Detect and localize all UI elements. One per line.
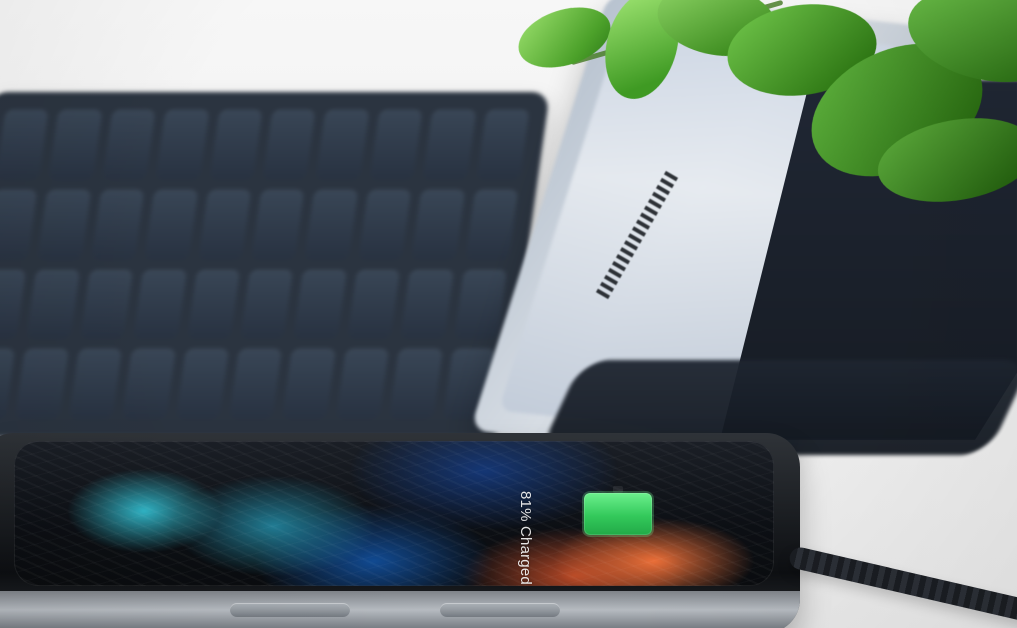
key <box>80 269 134 340</box>
key <box>422 110 477 180</box>
key <box>262 110 316 180</box>
key <box>358 189 412 260</box>
key <box>389 349 443 419</box>
plant <box>487 0 1017 270</box>
key <box>0 189 38 260</box>
key <box>316 110 370 180</box>
phone-side-buttons <box>220 603 580 619</box>
power-button <box>440 603 560 617</box>
key <box>229 349 283 419</box>
key <box>0 349 16 419</box>
key <box>91 189 145 260</box>
key <box>26 269 80 340</box>
key <box>0 110 49 180</box>
photo-scene: 81% Charged <box>0 0 1017 628</box>
key <box>198 189 252 260</box>
key <box>304 189 359 260</box>
key <box>240 269 294 340</box>
smartphone: 81% Charged <box>0 433 800 628</box>
leaf <box>510 0 619 79</box>
key <box>293 269 347 340</box>
key <box>411 189 465 260</box>
key <box>144 189 198 260</box>
key <box>122 349 176 419</box>
key <box>133 269 187 340</box>
charge-status-text: 81% Charged <box>517 491 534 585</box>
phone-screen: 81% Charged <box>14 441 774 586</box>
key <box>251 189 305 260</box>
key <box>347 269 401 340</box>
key <box>15 349 69 419</box>
key <box>282 349 336 419</box>
key <box>49 110 103 180</box>
key <box>175 349 229 419</box>
tablet-keyboard <box>0 92 550 437</box>
key <box>369 110 423 180</box>
key <box>453 269 508 340</box>
keyboard-keys <box>0 110 530 419</box>
key <box>186 269 241 340</box>
key <box>37 189 92 260</box>
key <box>400 269 454 340</box>
key <box>102 110 156 180</box>
battery-icon <box>584 493 652 535</box>
key <box>335 349 390 419</box>
battery-cap <box>613 486 623 493</box>
key <box>0 269 27 340</box>
key <box>155 110 210 180</box>
volume-button <box>230 603 350 617</box>
key <box>209 110 263 180</box>
key <box>68 349 123 419</box>
screen-wallpaper-texture <box>14 441 774 586</box>
